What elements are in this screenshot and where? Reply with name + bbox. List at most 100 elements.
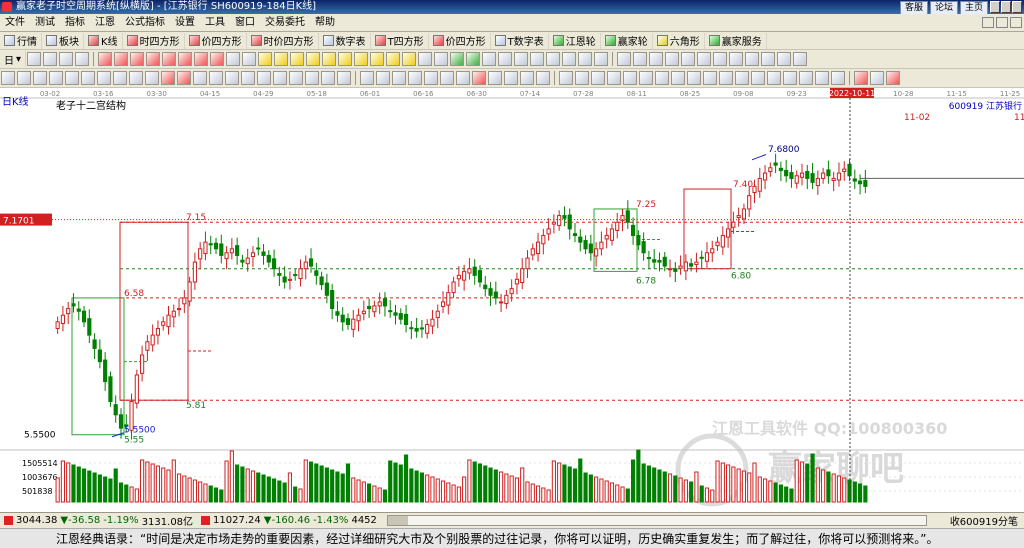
pie-icon[interactable] [854,71,868,85]
scrollbar-thumb[interactable] [387,516,408,525]
draw-tool-icon[interactable] [777,52,792,66]
draw-tool-icon[interactable] [793,52,808,66]
chart-tool-icon[interactable] [783,71,797,85]
mdi-minimize-button[interactable] [982,17,994,28]
draw-tool-icon[interactable] [162,52,177,66]
draw-tool-icon[interactable] [578,52,593,66]
draw-tool-icon[interactable] [665,52,680,66]
chart-tool-icon[interactable] [177,71,191,85]
draw-tool-icon[interactable] [617,52,632,66]
chart-tool-icon[interactable] [273,71,287,85]
menu-gann[interactable]: 江恩 [90,14,120,32]
menu-settings[interactable]: 设置 [170,14,200,32]
chart-tool-icon[interactable] [488,71,502,85]
infinity-icon[interactable] [886,71,900,85]
chart-tool-icon[interactable] [97,71,111,85]
mdi-restore-button[interactable] [996,17,1008,28]
chart-tool-icon[interactable] [321,71,335,85]
chart-tool-icon[interactable] [639,71,653,85]
chart-tool-icon[interactable] [751,71,765,85]
chart-tool-icon[interactable] [767,71,781,85]
t-number-table-button[interactable]: T数字表 [491,32,549,49]
chart-tool-icon[interactable] [360,71,374,85]
draw-tool-icon[interactable] [258,52,273,66]
chart-tool-icon[interactable] [456,71,470,85]
draw-tool-icon[interactable] [745,52,760,66]
horizontal-scrollbar[interactable] [386,515,927,526]
draw-tool-icon[interactable] [322,52,337,66]
chart-tool-icon[interactable] [408,71,422,85]
chart-area[interactable]: 03-02 03-16 03-30 04-15 04-29 05-18 06-01 06-16… [0,88,1024,512]
chart-tool-icon[interactable] [735,71,749,85]
hexagon-button[interactable]: 六角形 [653,32,705,49]
chart-tool-icon[interactable] [799,71,813,85]
chart-tool-icon[interactable] [655,71,669,85]
draw-tool-icon[interactable] [370,52,385,66]
chart-tool-icon[interactable] [719,71,733,85]
draw-tool-icon[interactable] [450,52,465,66]
chart-tool-icon[interactable] [33,71,47,85]
winner-wheel-button[interactable]: 赢家轮 [601,32,653,49]
time-price-square-button[interactable]: 时价四方形 [247,32,319,49]
draw-tool-icon[interactable] [562,52,577,66]
draw-tool-icon[interactable] [633,52,648,66]
chart-tool-icon[interactable] [687,71,701,85]
chart-tool-icon[interactable] [193,71,207,85]
draw-tool-icon[interactable] [98,52,113,66]
draw-tool-icon[interactable] [178,52,193,66]
t-square-button[interactable]: T四方形 [371,32,429,49]
menu-trade[interactable]: 交易委托 [260,14,310,32]
menu-formula[interactable]: 公式指标 [120,14,170,32]
chart-tool-icon[interactable] [671,71,685,85]
sector-button[interactable]: 板块 [42,32,84,49]
chart-tool-icon[interactable] [623,71,637,85]
draw-tool-icon[interactable] [354,52,369,66]
draw-tool-icon[interactable] [274,52,289,66]
draw-tool-icon[interactable] [514,52,529,66]
draw-tool-icon[interactable] [434,52,449,66]
chart-tool-icon[interactable] [815,71,829,85]
kline-chart[interactable]: 03-02 03-16 03-30 04-15 04-29 05-18 06-01 06-16… [0,88,1024,512]
chart-tool-icon[interactable] [257,71,271,85]
draw-tool-icon[interactable] [418,52,433,66]
chart-tool-icon[interactable] [161,71,175,85]
draw-tool-icon[interactable] [306,52,321,66]
draw-tool-icon[interactable] [498,52,513,66]
chart-tool-icon[interactable] [49,71,63,85]
draw-tool-icon[interactable] [729,52,744,66]
draw-tool-icon[interactable] [546,52,561,66]
price-square2-button[interactable]: 价四方形 [429,32,491,49]
draw-tool-icon[interactable] [649,52,664,66]
chart-tool-icon[interactable] [81,71,95,85]
chart-tool-icon[interactable] [504,71,518,85]
index-sz[interactable]: 11027.24 ▼-160.46 -1.43% 4452 [197,515,381,526]
draw-tool-icon[interactable] [761,52,776,66]
menu-indicator[interactable]: 指标 [60,14,90,32]
draw-tool-icon[interactable] [226,52,241,66]
draw-tool-icon[interactable] [146,52,161,66]
index-sh[interactable]: 3044.38 ▼-36.58 -1.19% 3131.08亿 [0,513,197,528]
draw-tool-icon[interactable] [402,52,417,66]
draw-tool-icon[interactable] [194,52,209,66]
zoom-out-icon[interactable] [43,52,58,66]
chart-tool-icon[interactable] [289,71,303,85]
close-button[interactable] [1012,1,1022,13]
draw-tool-icon[interactable] [114,52,129,66]
chart-tool-icon[interactable] [472,71,486,85]
chart-tool-icon[interactable] [209,71,223,85]
arrow-up-icon[interactable] [59,52,74,66]
menu-file[interactable]: 文件 [0,14,30,32]
chart-tool-icon[interactable] [225,71,239,85]
forum-link[interactable]: 论坛 [929,1,958,15]
draw-tool-icon[interactable] [290,52,305,66]
draw-tool-icon[interactable] [466,52,481,66]
draw-tool-icon[interactable] [242,52,257,66]
draw-tool-icon[interactable] [210,52,225,66]
tick-detail-label[interactable]: 收600919分笔 [950,513,1024,528]
gann-wheel-button[interactable]: 江恩轮 [549,32,601,49]
menu-tools[interactable]: 工具 [200,14,230,32]
chart-tool-icon[interactable] [520,71,534,85]
chart-tool-icon[interactable] [305,71,319,85]
chart-tool-icon[interactable] [17,71,31,85]
home-link[interactable]: 主页 [959,1,988,15]
